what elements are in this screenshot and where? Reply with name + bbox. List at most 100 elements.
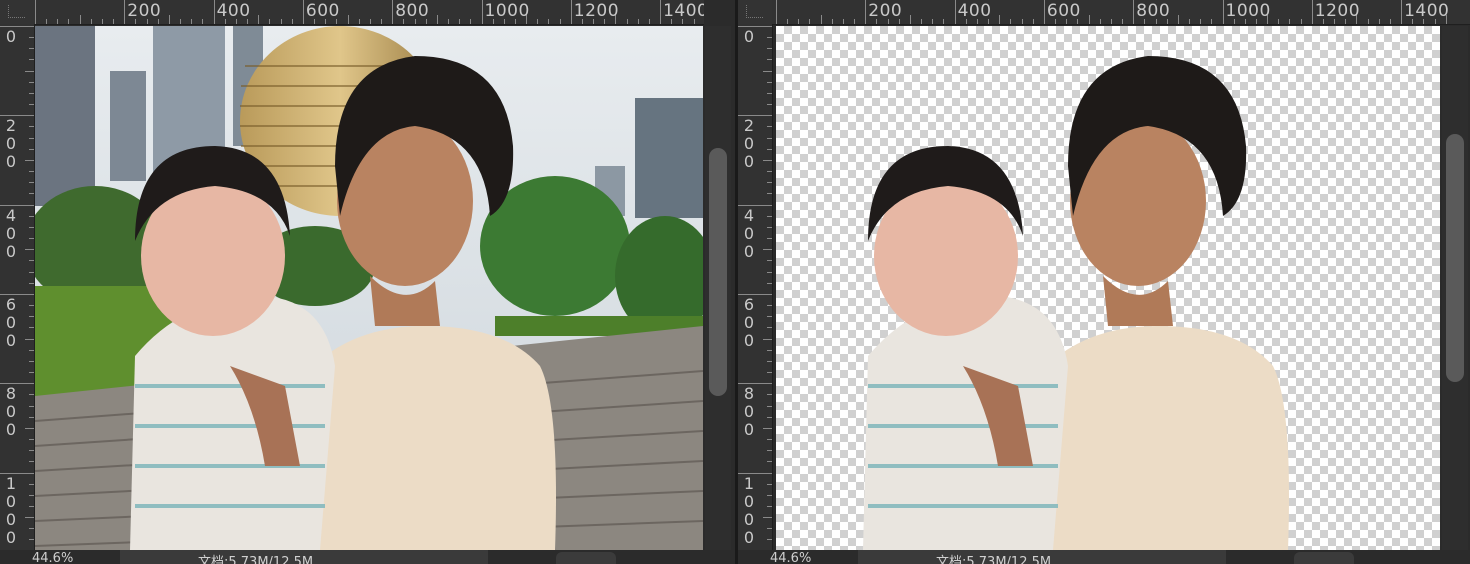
ruler-tick (767, 416, 772, 418)
doc-info-field[interactable]: 文档:5.73M/12.5M (858, 550, 1226, 564)
ruler-tick (537, 19, 539, 24)
vertical-scrollbar[interactable] (705, 26, 731, 550)
ruler-tick (767, 405, 772, 407)
ruler-label: 200 (127, 1, 162, 21)
ruler-label-char: 0 (5, 330, 17, 350)
ruler-tick (29, 405, 34, 407)
ruler-label-char: 6 (743, 294, 755, 314)
ruler-label-char: 0 (743, 27, 755, 46)
ruler-tick (29, 505, 34, 507)
original-photo (35, 26, 703, 550)
ruler-label-char: 0 (5, 241, 17, 261)
status-menu-arrow[interactable] (1294, 552, 1354, 564)
ruler-tick (763, 249, 772, 251)
ruler-label: 800 (4, 385, 18, 439)
ruler-tick (29, 439, 34, 440)
status-bar: 44.6% 文档:5.73M/12.5M (0, 550, 735, 564)
ruler-tick (29, 215, 34, 217)
ruler-label-char: 0 (743, 241, 755, 261)
ruler-tick (767, 215, 772, 217)
ruler-tick (1278, 19, 1280, 24)
doc-info-field[interactable]: 文档:5.73M/12.5M (120, 550, 488, 564)
ruler-tick (1401, 0, 1403, 24)
ruler-label: 1400 (1404, 1, 1450, 21)
ruler-label-char: 0 (5, 491, 17, 511)
ruler-label-char: 0 (743, 330, 755, 350)
ruler-origin-icon[interactable] (0, 0, 35, 25)
status-menu-arrow[interactable] (556, 552, 616, 564)
ruler-tick (548, 19, 550, 24)
vertical-ruler[interactable]: 02004006008001000 (0, 24, 35, 550)
ruler-tick (767, 104, 772, 106)
ruler-tick (648, 19, 650, 24)
ruler-tick (767, 137, 772, 139)
ruler-label: 1000 (1225, 1, 1271, 21)
image-canvas-cutout[interactable] (776, 26, 1440, 550)
ruler-tick (767, 171, 772, 173)
ruler-tick (921, 19, 923, 24)
ruler-tick (1088, 15, 1090, 24)
horizontal-ruler[interactable]: 200 400 600 800 1000 1200 1400 (772, 0, 1470, 25)
ruler-tick (1099, 19, 1101, 24)
ruler-tick (25, 159, 34, 161)
ruler-tick (767, 193, 772, 195)
ruler-tick (46, 19, 48, 24)
image-canvas-original[interactable] (35, 26, 703, 550)
ruler-tick (1311, 0, 1313, 24)
ruler-tick (767, 327, 772, 329)
ruler-tick (1211, 19, 1213, 24)
ruler-label: 600 (305, 1, 340, 21)
ruler-label-char: 0 (5, 134, 17, 154)
ruler-label: 1000 (742, 473, 756, 547)
ruler-tick (767, 182, 772, 184)
ruler-tick (29, 48, 34, 50)
ruler-tick (767, 439, 772, 440)
ruler-label: 400 (957, 1, 992, 21)
zoom-level[interactable]: 44.6% (32, 551, 73, 564)
ruler-tick (101, 19, 103, 24)
ruler-tick (35, 0, 36, 24)
scrollbar-thumb[interactable] (709, 148, 727, 396)
vertical-ruler[interactable]: 02004006008001000 (738, 24, 773, 550)
scrollbar-thumb[interactable] (1446, 134, 1464, 382)
ruler-tick (1032, 19, 1034, 24)
horizontal-ruler[interactable]: 200 400 600 800 1000 1200 1400 (34, 0, 704, 25)
ruler-label-char: 0 (5, 223, 17, 243)
ruler-tick (29, 59, 34, 61)
ruler-tick (767, 59, 772, 61)
ruler-tick (767, 372, 772, 374)
ruler-label-char: 1 (743, 473, 755, 493)
ruler-tick (763, 517, 772, 519)
ruler-label-char: 6 (5, 294, 17, 314)
ruler-tick (1200, 19, 1202, 24)
ruler-tick (767, 92, 772, 94)
ruler-tick (68, 19, 70, 24)
ruler-tick (57, 19, 59, 24)
ruler-tick (763, 427, 772, 429)
zoom-level[interactable]: 44.6% (770, 551, 811, 564)
ruler-origin-icon[interactable] (738, 0, 773, 25)
ruler-tick (798, 19, 800, 24)
ruler-tick (1222, 0, 1224, 24)
ruler-tick (29, 37, 34, 39)
ruler-tick (776, 0, 777, 24)
ruler-tick (29, 450, 34, 452)
ruler-label-char: 0 (743, 527, 755, 547)
ruler-tick (392, 0, 394, 24)
ruler-label-char: 0 (743, 509, 755, 529)
ruler-tick (1300, 19, 1302, 24)
ruler-tick (25, 249, 34, 251)
ruler-tick (29, 372, 34, 374)
ruler-tick (213, 0, 215, 24)
ruler-tick (767, 483, 772, 485)
vertical-scrollbar[interactable] (1442, 26, 1468, 550)
doc-size-text: 文档:5.73M/12.5M (198, 555, 314, 564)
ruler-label-char: 0 (743, 420, 755, 440)
ruler-tick (29, 394, 34, 396)
ruler-label-char: 0 (5, 312, 17, 332)
ruler-tick (25, 427, 34, 429)
ruler-tick (660, 0, 662, 24)
ruler-tick (767, 539, 772, 541)
ruler-tick (787, 19, 789, 24)
ruler-label-char: 2 (5, 116, 17, 136)
